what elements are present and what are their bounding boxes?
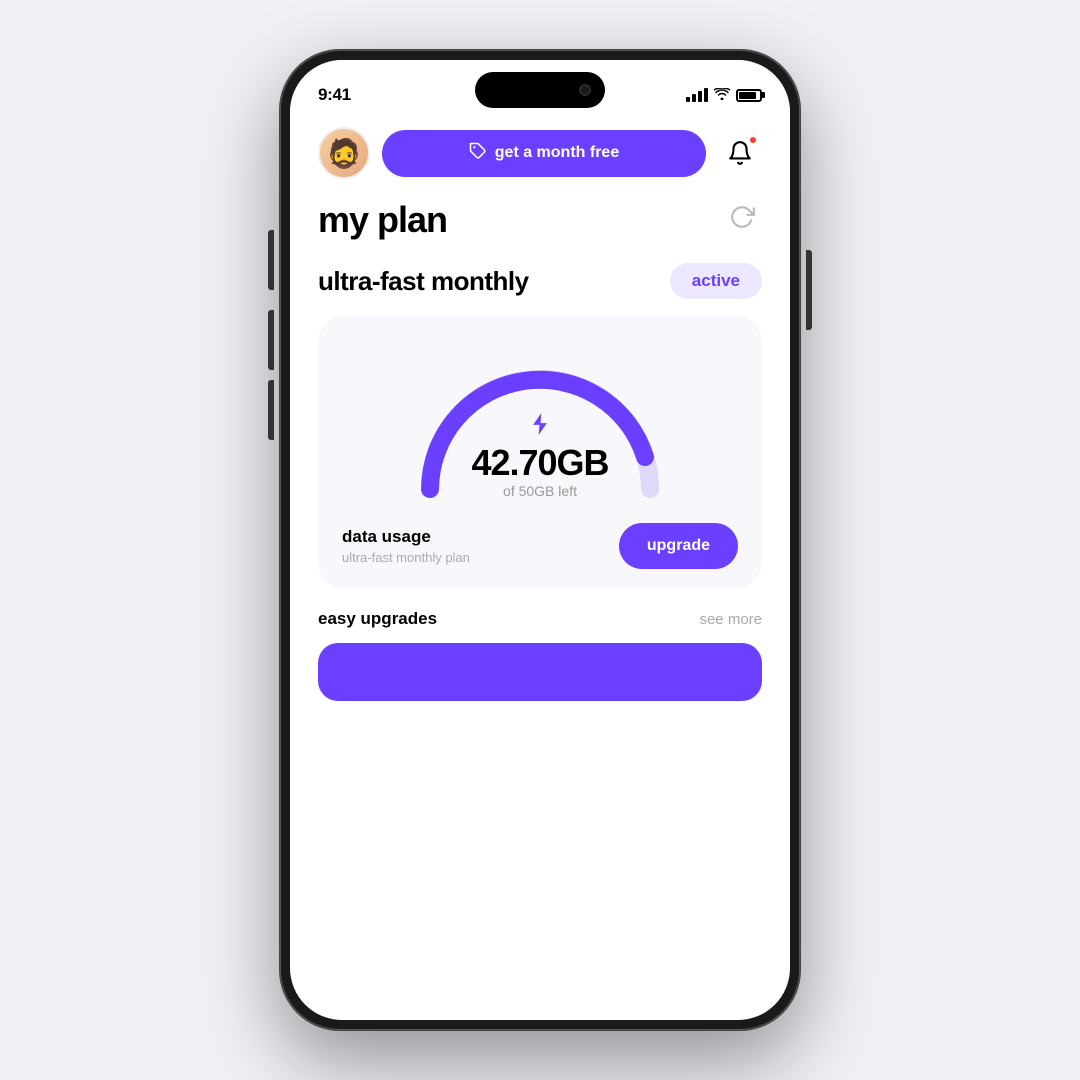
signal-icon — [686, 88, 708, 102]
data-usage-sub: ultra-fast monthly plan — [342, 550, 470, 565]
data-usage-label: data usage — [342, 527, 470, 547]
notification-dot — [748, 135, 758, 145]
data-usage-info: data usage ultra-fast monthly plan — [342, 527, 470, 565]
gauge-container: 42.70GB of 50GB left — [400, 339, 680, 499]
camera-dot — [579, 84, 591, 96]
phone-screen: 9:41 — [290, 60, 790, 1020]
promo-label: get a month free — [495, 144, 619, 162]
refresh-button[interactable] — [722, 200, 762, 240]
refresh-icon — [729, 204, 755, 237]
gauge-center: 42.70GB of 50GB left — [471, 411, 608, 499]
battery-icon — [736, 89, 762, 102]
status-icons — [686, 87, 762, 103]
plan-name: ultra-fast monthly — [318, 266, 529, 297]
header-row: 🧔 get a month free — [318, 127, 762, 179]
phone-frame: 9:41 — [280, 50, 800, 1030]
upgrade-button[interactable]: upgrade — [619, 523, 738, 569]
easy-upgrades-title: easy upgrades — [318, 609, 437, 629]
tag-icon — [469, 142, 487, 165]
avatar: 🧔 — [318, 127, 370, 179]
see-more-button[interactable]: see more — [699, 611, 762, 628]
gauge-value: 42.70GB — [471, 445, 608, 481]
data-card: 42.70GB of 50GB left data usage ultra-fa… — [318, 315, 762, 589]
lightning-icon — [471, 411, 608, 443]
status-time: 9:41 — [318, 85, 351, 105]
notification-button[interactable] — [718, 131, 762, 175]
page-title-row: my plan — [318, 199, 762, 241]
wifi-icon — [714, 87, 730, 103]
card-bottom: data usage ultra-fast monthly plan upgra… — [342, 515, 738, 569]
status-bar: 9:41 — [290, 60, 790, 115]
app-content: 🧔 get a month free — [290, 115, 790, 1020]
easy-upgrades-row: easy upgrades see more — [318, 609, 762, 629]
gauge-sub-label: of 50GB left — [471, 483, 608, 499]
dynamic-island — [475, 72, 605, 108]
active-badge: active — [670, 263, 762, 299]
plan-name-row: ultra-fast monthly active — [318, 263, 762, 299]
promo-button[interactable]: get a month free — [382, 130, 706, 177]
bottom-promo-bar — [318, 643, 762, 701]
page-title: my plan — [318, 199, 447, 241]
